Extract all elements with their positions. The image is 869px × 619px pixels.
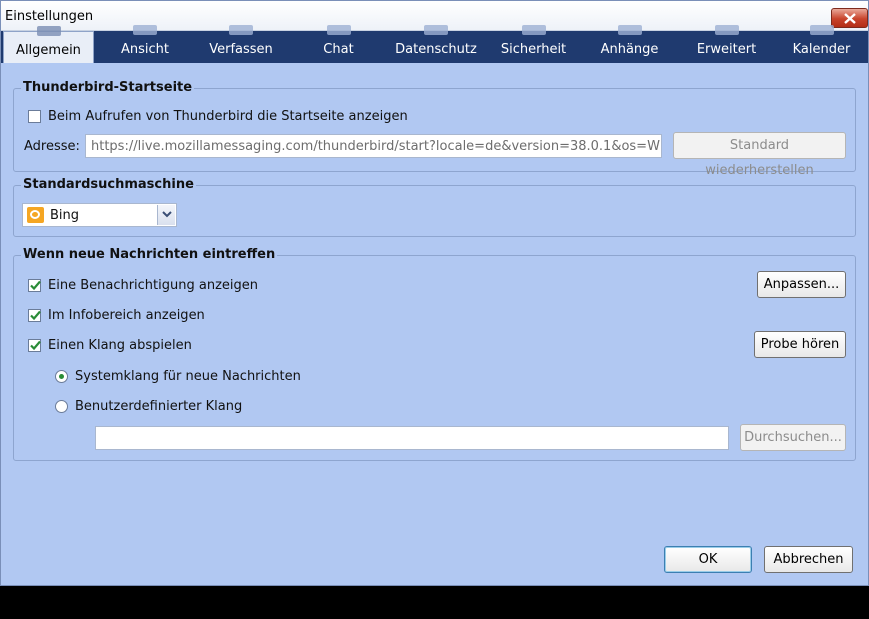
general-icon bbox=[36, 26, 61, 36]
customize-alert-button[interactable]: Anpassen... bbox=[757, 271, 846, 298]
cancel-button[interactable]: Abbrechen bbox=[764, 546, 853, 573]
search-engine-select[interactable]: Bing bbox=[22, 203, 177, 227]
chat-icon bbox=[326, 25, 351, 35]
custom-sound-radio[interactable] bbox=[55, 400, 68, 413]
compose-icon bbox=[229, 25, 253, 35]
tab-datenschutz[interactable]: Datenschutz bbox=[386, 25, 486, 63]
ok-button[interactable]: OK bbox=[664, 546, 752, 573]
browse-button[interactable]: Durchsuchen... bbox=[740, 424, 846, 451]
search-engine-group: Standardsuchmaschine Bing bbox=[13, 177, 856, 237]
attachment-icon bbox=[617, 25, 642, 35]
address-label: Adresse: bbox=[24, 139, 80, 154]
tab-verfassen[interactable]: Verfassen bbox=[193, 25, 289, 63]
new-mail-group: Wenn neue Nachrichten eintreffen Eine Be… bbox=[13, 247, 856, 461]
checkmark-icon bbox=[30, 340, 41, 351]
custom-sound-label: Benutzerdefinierter Klang bbox=[75, 399, 243, 414]
show-startpage-checkbox[interactable] bbox=[28, 110, 41, 123]
chevron-down-icon bbox=[162, 211, 172, 218]
play-sample-button[interactable]: Probe hören bbox=[754, 331, 846, 358]
search-engine-group-label: Standardsuchmaschine bbox=[21, 177, 196, 192]
privacy-icon bbox=[424, 25, 448, 35]
window-title: Einstellungen bbox=[5, 9, 94, 24]
checkmark-icon bbox=[30, 280, 41, 291]
tab-allgemein[interactable]: Allgemein bbox=[3, 26, 94, 63]
preferences-dialog: Einstellungen Allgemein Ansicht Verfasse… bbox=[0, 0, 869, 586]
search-engine-value: Bing bbox=[50, 208, 80, 223]
tab-kalender[interactable]: Kalender bbox=[775, 25, 868, 63]
tab-erweitert[interactable]: Erweitert bbox=[678, 25, 775, 63]
tab-chat[interactable]: Chat bbox=[291, 25, 386, 63]
system-sound-label: Systemklang für neue Nachrichten bbox=[75, 369, 301, 384]
tab-anhaenge[interactable]: Anhänge bbox=[581, 25, 678, 63]
custom-sound-input[interactable] bbox=[95, 426, 729, 450]
tab-sicherheit[interactable]: Sicherheit bbox=[486, 25, 581, 63]
restore-default-button[interactable]: Standard wiederherstellen bbox=[673, 132, 846, 178]
system-sound-radio[interactable] bbox=[55, 370, 68, 383]
play-sound-checkbox[interactable] bbox=[28, 339, 41, 352]
startpage-group-label: Thunderbird-Startseite bbox=[21, 80, 195, 95]
show-alert-label: Eine Benachrichtigung anzeigen bbox=[48, 278, 258, 293]
advanced-icon bbox=[714, 25, 739, 35]
startpage-address-input[interactable]: https://live.mozillamessaging.com/thunde… bbox=[85, 134, 662, 158]
close-button[interactable] bbox=[831, 8, 868, 28]
show-alert-checkbox[interactable] bbox=[28, 279, 41, 292]
play-sound-label: Einen Klang abspielen bbox=[48, 338, 192, 353]
new-mail-group-label: Wenn neue Nachrichten eintreffen bbox=[21, 247, 278, 262]
tray-label: Im Infobereich anzeigen bbox=[48, 308, 205, 323]
startpage-group: Thunderbird-Startseite Beim Aufrufen von… bbox=[13, 80, 856, 178]
security-icon bbox=[521, 25, 546, 35]
tray-checkbox[interactable] bbox=[28, 309, 41, 322]
bing-icon bbox=[27, 207, 44, 223]
tab-ansicht[interactable]: Ansicht bbox=[97, 25, 193, 63]
dropdown-button[interactable] bbox=[157, 205, 175, 225]
checkmark-icon bbox=[30, 310, 41, 321]
calendar-icon bbox=[809, 25, 834, 35]
show-startpage-label: Beim Aufrufen von Thunderbird die Starts… bbox=[48, 109, 408, 124]
category-toolbar: Allgemein Ansicht Verfassen Chat Datensc… bbox=[1, 25, 868, 63]
display-icon bbox=[133, 25, 157, 35]
close-icon bbox=[844, 13, 856, 24]
